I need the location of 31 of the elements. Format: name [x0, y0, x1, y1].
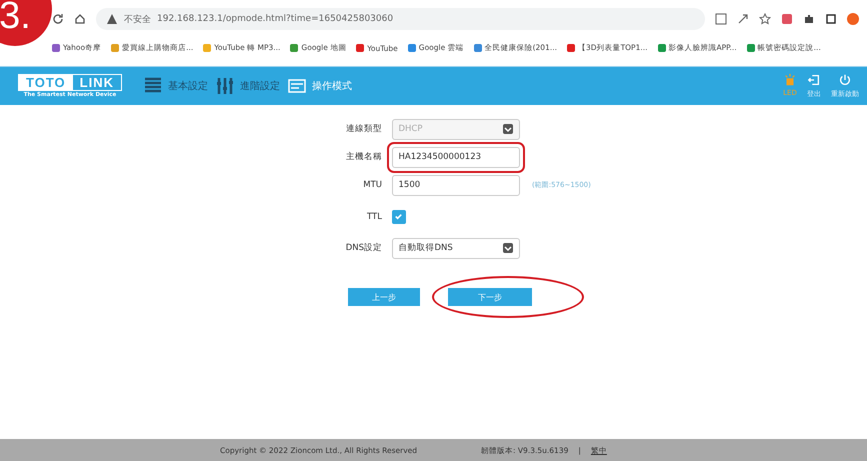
- address-bar[interactable]: 不安全 192.168.123.1/opmode.html?time=1650425803060: [96, 8, 705, 30]
- lamp-icon: [783, 73, 797, 87]
- star-icon[interactable]: [759, 13, 771, 25]
- url-text: 192.168.123.1/opmode.html?time=1650425803060: [157, 14, 394, 24]
- warning-icon: [106, 13, 118, 25]
- step-badge: 3.: [0, 0, 52, 46]
- dropdown-icon: [502, 243, 512, 253]
- field-label: 主機名稱: [346, 151, 382, 163]
- check-icon: [394, 212, 403, 221]
- security-label: 不安全: [124, 14, 151, 26]
- input-field[interactable]: HA1234500000123: [392, 146, 520, 168]
- dropdown-icon: [502, 124, 512, 134]
- field-label: MTU: [363, 180, 382, 190]
- select-field[interactable]: 自動取得DNS: [392, 238, 520, 258]
- checkbox[interactable]: [392, 210, 406, 224]
- reload-icon[interactable]: [52, 13, 64, 25]
- extension-icon[interactable]: [781, 13, 793, 25]
- list-icon: [144, 77, 162, 95]
- home-icon[interactable]: [74, 13, 86, 25]
- sliders-icon: [216, 77, 234, 95]
- logo: TOTO LINK: [18, 74, 122, 91]
- avatar-icon[interactable]: [847, 13, 859, 25]
- logout-icon: [807, 73, 821, 87]
- sidebar-icon[interactable]: [825, 13, 837, 25]
- input-field[interactable]: 1500: [392, 174, 520, 196]
- field-label: 連線類型: [346, 123, 382, 135]
- window-icon: [288, 77, 306, 95]
- share-icon[interactable]: [737, 13, 749, 25]
- field-label: TTL: [367, 212, 382, 222]
- power-icon: [838, 73, 852, 87]
- field-label: DNS設定: [346, 242, 382, 254]
